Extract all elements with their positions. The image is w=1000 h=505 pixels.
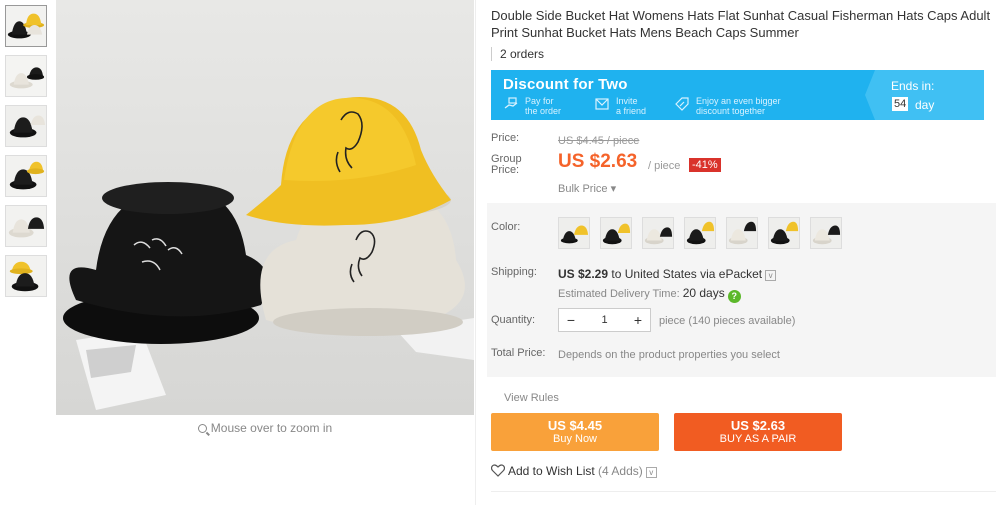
promo-title: Discount for Two xyxy=(503,76,628,93)
buy-now-price: US $4.45 xyxy=(547,418,603,433)
discount-tag-icon xyxy=(675,97,689,111)
shipping-dropdown-icon[interactable]: v xyxy=(765,270,777,281)
thumbnail-4[interactable] xyxy=(5,155,47,197)
magnifier-icon xyxy=(197,424,207,433)
divider xyxy=(475,0,476,505)
help-icon[interactable]: ? xyxy=(727,290,741,303)
countdown-days-number: 54 xyxy=(892,97,909,111)
shipping-label: Shipping: xyxy=(491,266,537,278)
promo-step-pay-line1: Pay for xyxy=(525,96,554,106)
add-to-wishlist[interactable]: Add to Wish List (4 Adds) v xyxy=(491,464,657,478)
promo-step-invite-line1: Invite xyxy=(616,96,638,106)
quantity-stepper: − 1 + xyxy=(558,308,651,332)
bucket-hats-photo xyxy=(56,0,474,415)
color-swatch-6[interactable] xyxy=(768,217,800,249)
wishlist-adds-count: (4 Adds) xyxy=(598,464,643,478)
color-swatch-2[interactable] xyxy=(600,217,632,249)
buy-as-pair-button[interactable]: US $2.63 BUY AS A PAIR xyxy=(674,413,842,451)
countdown: Ends in: 54 day xyxy=(865,70,984,120)
product-info-panel: Double Side Bucket Hat Womens Hats Flat … xyxy=(487,0,996,492)
invite-friend-icon xyxy=(595,98,609,110)
promo-step-pay-line2: the order xyxy=(525,106,562,116)
zoom-hint-text: Mouse over to zoom in xyxy=(210,421,333,435)
bulk-price-toggle[interactable]: Bulk Price ▾ xyxy=(558,182,616,195)
thumbnail-1[interactable] xyxy=(5,5,47,47)
color-swatch-5[interactable] xyxy=(726,217,758,249)
zoom-hint: Mouse over to zoom in xyxy=(56,421,474,435)
section-divider xyxy=(491,491,996,492)
buy-now-label: Buy Now xyxy=(552,433,598,445)
thumbnail-2[interactable] xyxy=(5,55,47,97)
promo-step-invite-line2: a friend xyxy=(616,106,647,116)
thumbnail-6[interactable] xyxy=(5,255,47,297)
buy-as-pair-label: BUY AS A PAIR xyxy=(719,433,797,445)
product-main-image[interactable] xyxy=(56,0,474,415)
color-swatch-7[interactable] xyxy=(810,217,842,249)
quantity-increase-button[interactable]: + xyxy=(626,309,650,331)
hand-pay-icon xyxy=(504,97,518,109)
group-price: US $2.63 xyxy=(558,151,638,172)
promo-step-discount-line2: discount together xyxy=(696,106,766,116)
heart-icon xyxy=(491,464,505,477)
wishlist-label: Add to Wish List xyxy=(508,464,595,478)
order-count: 2 orders xyxy=(491,47,996,61)
thumbnail-3[interactable] xyxy=(5,105,47,147)
countdown-days-unit: day xyxy=(915,98,935,112)
shipping-price: US $2.29 xyxy=(558,267,609,281)
delivery-estimate: Estimated Delivery Time: 20 days ? xyxy=(558,286,741,303)
shipping-info: US $2.29 to United States via ePacket v xyxy=(558,267,777,281)
view-rules-link[interactable]: View Rules xyxy=(504,392,559,404)
discount-for-two-banner[interactable]: Discount for Two Pay for the order Invite… xyxy=(491,70,984,120)
total-price-label: Total Price: xyxy=(491,347,546,359)
quantity-label: Quantity: xyxy=(491,314,536,326)
total-price-description: Depends on the product properties you se… xyxy=(558,349,780,361)
per-piece-unit: / piece xyxy=(648,160,681,172)
color-swatch-3[interactable] xyxy=(642,217,674,249)
color-label: Color: xyxy=(491,221,521,233)
countdown-label: Ends in: xyxy=(891,79,935,93)
thumbnail-5[interactable] xyxy=(5,205,47,247)
wishlist-dropdown-icon[interactable]: v xyxy=(645,467,657,478)
shipping-destination: to United States via ePacket xyxy=(608,267,763,281)
discount-badge: -41% xyxy=(689,158,721,172)
color-swatch-4[interactable] xyxy=(684,217,716,249)
buy-now-button[interactable]: US $4.45 Buy Now xyxy=(491,413,659,451)
price-label: Price: xyxy=(491,132,520,144)
thumbnail-list xyxy=(5,5,48,305)
quantity-decrease-button[interactable]: − xyxy=(559,309,583,331)
promo-step-discount-line1: Enjoy an even bigger xyxy=(696,96,781,106)
group-price-label-line2: Price: xyxy=(491,164,520,176)
group-price-label: Group Price: xyxy=(491,154,522,176)
product-title: Double Side Bucket Hat Womens Hats Flat … xyxy=(491,8,991,40)
color-swatch-1[interactable] xyxy=(558,217,590,249)
quantity-available: piece (140 pieces available) xyxy=(659,315,796,327)
delivery-days: 20 days xyxy=(682,286,725,300)
delivery-label: Estimated Delivery Time: xyxy=(558,288,683,300)
original-price: US $4.45 / piece xyxy=(558,135,640,147)
buy-as-pair-price: US $2.63 xyxy=(730,418,786,433)
quantity-input[interactable]: 1 xyxy=(583,309,626,331)
